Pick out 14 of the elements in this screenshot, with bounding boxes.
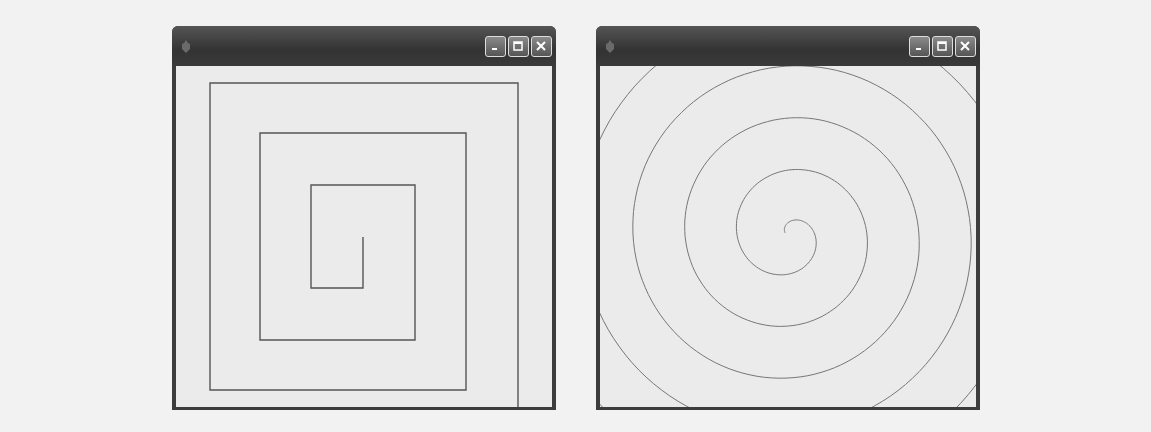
close-button[interactable] — [954, 35, 976, 57]
maximize-icon — [513, 41, 523, 51]
minimize-button[interactable] — [908, 35, 930, 57]
maximize-icon — [937, 41, 947, 51]
minimize-icon — [491, 48, 497, 50]
maximize-button[interactable] — [507, 35, 529, 57]
app-icon — [603, 39, 616, 53]
maximize-button[interactable] — [931, 35, 953, 57]
close-icon — [536, 41, 546, 51]
close-icon — [960, 41, 970, 51]
close-button[interactable] — [530, 35, 552, 57]
app-icon — [179, 39, 192, 53]
minimize-icon — [915, 48, 921, 50]
minimize-button[interactable] — [484, 35, 506, 57]
